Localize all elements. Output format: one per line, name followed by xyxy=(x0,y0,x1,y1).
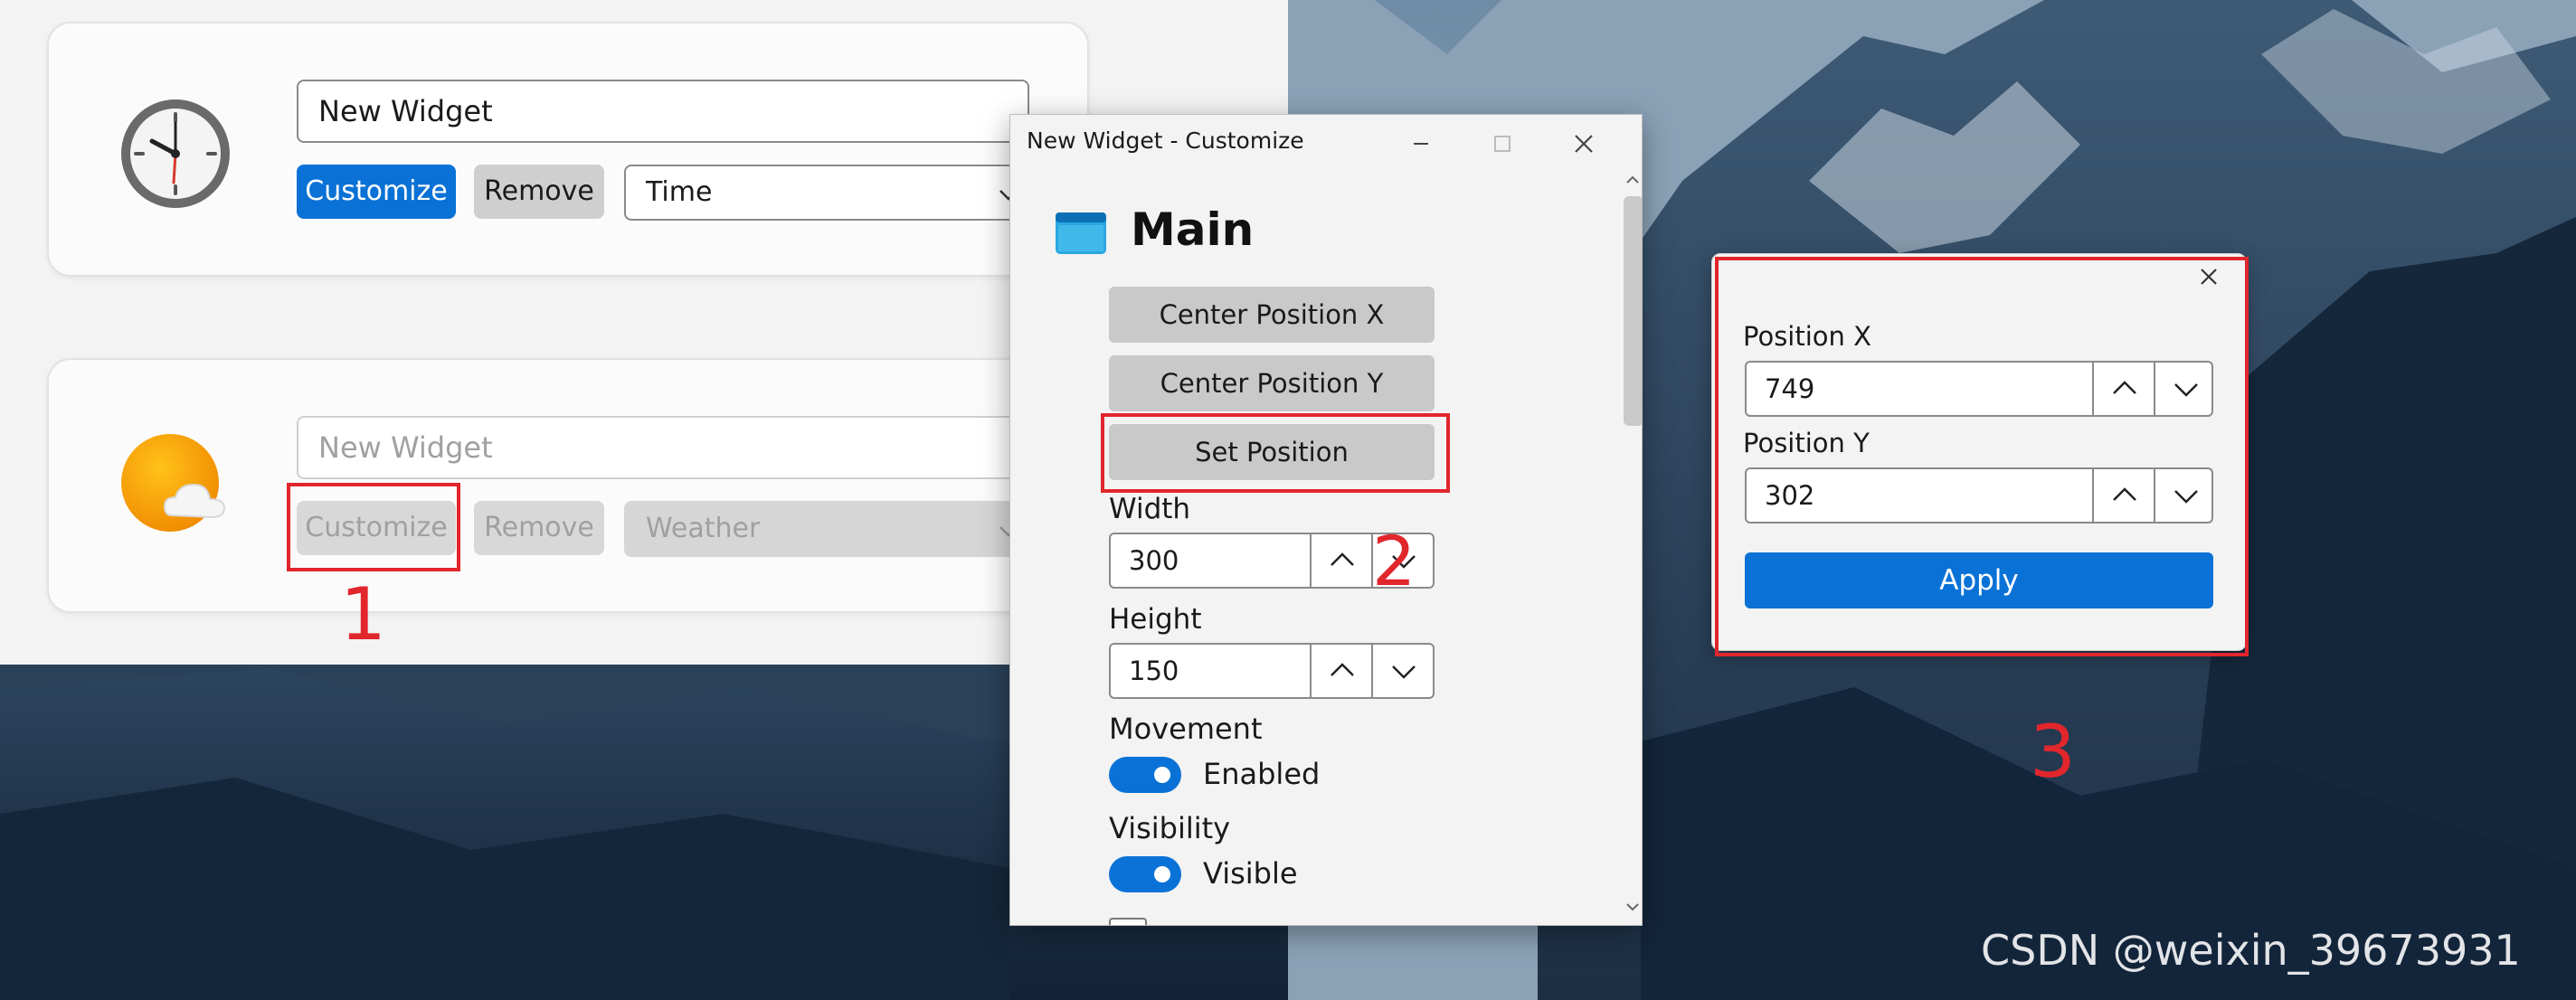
window-title: New Widget - Customize xyxy=(1027,127,1304,154)
widget-name-input[interactable]: New Widget xyxy=(297,80,1029,143)
clock-icon xyxy=(121,99,230,208)
customize-button[interactable]: Customize xyxy=(297,165,456,219)
scroll-down-icon[interactable] xyxy=(1624,898,1642,916)
widget-card-time: New Widget Customize Remove Time xyxy=(47,22,1089,277)
height-label: Height xyxy=(1109,603,1202,636)
maximize-icon[interactable] xyxy=(1484,126,1520,162)
toggle-knob xyxy=(1154,767,1170,783)
checkbox[interactable] xyxy=(1109,918,1147,925)
widget-type-value: Weather xyxy=(646,513,761,544)
widget-type-value: Time xyxy=(646,176,713,208)
annotation-number-2: 2 xyxy=(1372,521,1416,601)
center-position-y-button[interactable]: Center Position Y xyxy=(1109,355,1435,411)
scroll-up-icon[interactable] xyxy=(1624,171,1642,189)
movement-label: Movement xyxy=(1109,712,1263,746)
toggle-knob xyxy=(1154,866,1170,882)
close-icon[interactable] xyxy=(1566,126,1602,162)
decrement-icon[interactable] xyxy=(1371,645,1435,697)
widget-card-weather: New Widget Customize Remove Weather xyxy=(47,358,1089,613)
scrollbar[interactable] xyxy=(1620,165,1642,925)
section-title: Main xyxy=(1131,203,1255,256)
weather-icon xyxy=(121,434,226,532)
window-app-icon xyxy=(1056,212,1106,254)
height-value: 150 xyxy=(1129,656,1179,686)
visibility-toggle[interactable] xyxy=(1109,856,1181,892)
annotation-number-3: 3 xyxy=(2030,710,2076,794)
customize-window: New Widget - Customize Main Center Posit… xyxy=(1009,114,1643,926)
movement-toggle[interactable] xyxy=(1109,757,1181,793)
watermark: CSDN @weixin_39673931 xyxy=(1981,926,2521,975)
scroll-thumb[interactable] xyxy=(1624,196,1642,426)
widget-type-select[interactable]: Weather xyxy=(624,501,1022,557)
annotation-box-1 xyxy=(287,483,460,571)
remove-button[interactable]: Remove xyxy=(474,501,604,555)
minimize-icon[interactable] xyxy=(1403,126,1439,162)
annotation-box-2 xyxy=(1101,413,1450,493)
height-number-box[interactable]: 150 xyxy=(1109,643,1435,699)
width-value: 300 xyxy=(1129,545,1179,576)
annotation-number-1: 1 xyxy=(340,572,386,656)
widget-name-input[interactable]: New Widget xyxy=(297,416,1029,479)
width-label: Width xyxy=(1109,493,1191,525)
increment-icon[interactable] xyxy=(1310,534,1373,587)
widget-type-select[interactable]: Time xyxy=(624,165,1022,221)
increment-icon[interactable] xyxy=(1310,645,1373,697)
visibility-label: Visibility xyxy=(1109,811,1231,845)
movement-toggle-label: Enabled xyxy=(1203,757,1321,791)
annotation-box-3 xyxy=(1715,257,2249,656)
visibility-toggle-label: Visible xyxy=(1203,856,1298,891)
center-position-x-button[interactable]: Center Position X xyxy=(1109,287,1435,343)
remove-button[interactable]: Remove xyxy=(474,165,604,219)
